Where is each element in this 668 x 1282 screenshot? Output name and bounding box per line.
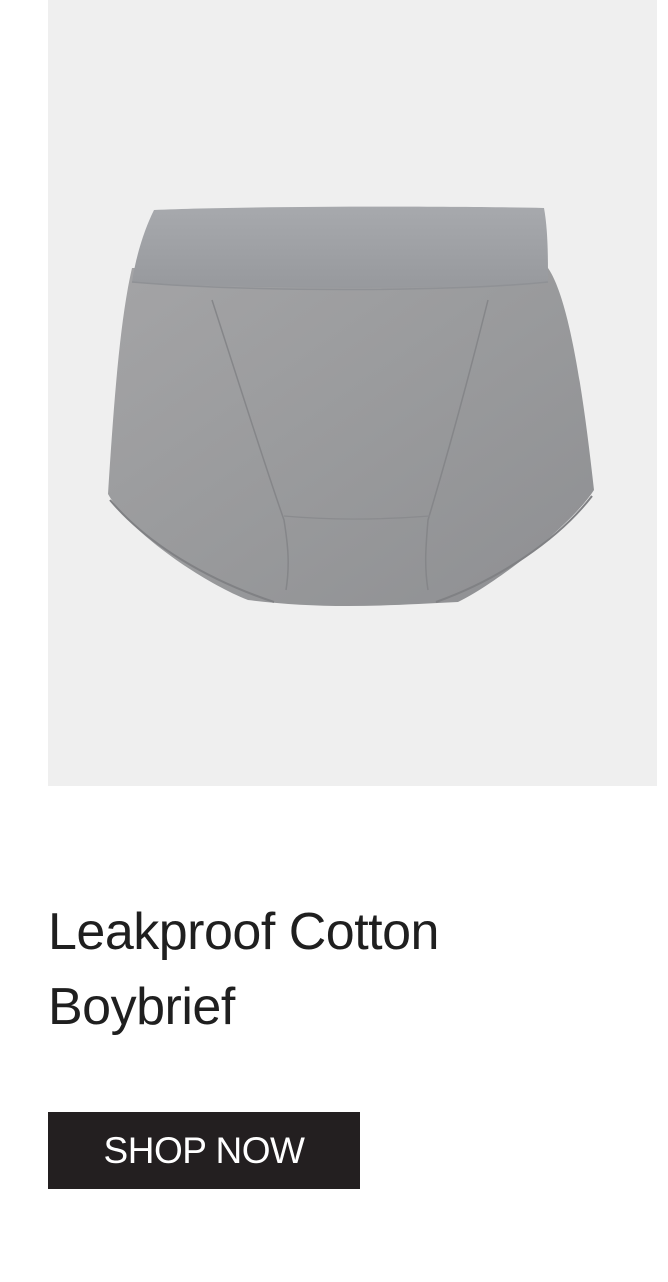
waistband — [132, 206, 548, 288]
product-title[interactable]: Leakproof Cotton Boybrief — [48, 895, 608, 1045]
brief-body — [108, 268, 594, 606]
product-image[interactable] — [48, 0, 657, 786]
shop-now-button[interactable]: SHOP NOW — [48, 1112, 360, 1189]
boybrief-illustration — [108, 206, 594, 606]
